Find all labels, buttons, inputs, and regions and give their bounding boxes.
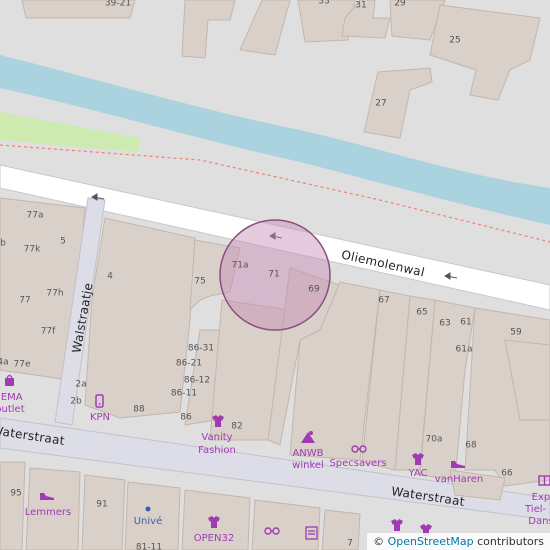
poi-label-vanharen[interactable]: vanHaren — [435, 474, 483, 485]
house-number: 77 — [19, 296, 30, 306]
office-icon[interactable] — [145, 506, 151, 512]
house-number: 82 — [231, 422, 242, 432]
poi-label-fashion[interactable]: Fashion — [198, 445, 236, 456]
house-number: 86-21 — [176, 359, 202, 369]
house-number: 33 — [318, 0, 329, 7]
house-number: 69 — [308, 285, 320, 295]
house-number: 71a — [232, 261, 249, 271]
house-number: 29 — [394, 0, 406, 9]
house-number: 39-21 — [105, 0, 131, 9]
poi-label-yac[interactable]: YAC — [408, 468, 428, 479]
house-number: 91 — [96, 500, 107, 510]
house-number: 68 — [465, 441, 477, 451]
poi-label-vanity[interactable]: Vanity — [201, 432, 232, 443]
house-number: 70a — [426, 435, 443, 445]
house-number: 67 — [378, 296, 389, 306]
attribution-suffix: contributors — [473, 535, 544, 548]
house-number: 61a — [456, 345, 473, 355]
poi-label-outlet[interactable]: outlet — [0, 404, 25, 415]
house-number: 88 — [133, 405, 145, 415]
poi-label-winkel[interactable]: winkel — [292, 460, 324, 471]
house-number: 86-31 — [188, 344, 214, 354]
house-number: 59 — [510, 328, 522, 338]
house-number: b — [0, 239, 6, 249]
poi-label-dans[interactable]: Dans — [528, 516, 550, 527]
house-number: 4a — [0, 358, 9, 368]
house-number: 77a — [27, 211, 44, 221]
house-number: 77f — [41, 327, 56, 337]
house-number: 86 — [180, 413, 192, 423]
copyright-symbol: © — [373, 535, 385, 548]
poi-label-open32[interactable]: OPEN32 — [194, 533, 234, 544]
poi-label-hema[interactable]: HEMA — [0, 392, 23, 403]
house-number: 95 — [10, 489, 21, 499]
house-number: 81-11 — [136, 543, 162, 550]
house-number: 86-12 — [184, 376, 210, 386]
poi-label-expe[interactable]: Expe — [532, 492, 550, 503]
poi-label-anwb[interactable]: ANWB — [292, 448, 323, 459]
house-number: 61 — [460, 318, 471, 328]
house-number: 66 — [501, 469, 513, 479]
house-number: 7 — [347, 539, 353, 549]
poi-label-kpn[interactable]: KPN — [90, 412, 110, 423]
house-number: 71 — [268, 270, 279, 280]
house-number: 5 — [60, 237, 66, 247]
openstreetmap-link[interactable]: OpenStreetMap — [388, 535, 474, 548]
house-number: 86-11 — [171, 389, 197, 399]
house-number: 63 — [439, 319, 450, 329]
poi-label-tiel[interactable]: Tiel- D — [524, 504, 550, 515]
house-number: 77e — [14, 360, 31, 370]
house-number: 75 — [194, 277, 205, 287]
map-attribution: © OpenStreetMap contributors — [367, 533, 550, 550]
house-number: 27 — [375, 99, 386, 109]
house-number: 2b — [70, 397, 82, 407]
map-canvas[interactable]: Oliemolenwal Walstraatje Waterstraat Wat… — [0, 0, 550, 550]
house-number: 31 — [355, 1, 366, 11]
poi-label-lemmers[interactable]: Lemmers — [25, 507, 72, 518]
house-number: 77k — [24, 245, 41, 255]
poi-label-unive[interactable]: Univé — [134, 515, 163, 527]
house-number: 25 — [449, 36, 460, 46]
house-number: 77h — [46, 289, 63, 299]
poi-label-specsavers[interactable]: Specsavers — [329, 458, 386, 469]
house-number: 2a — [75, 380, 86, 390]
house-number: 65 — [416, 308, 427, 318]
house-number: 4 — [107, 272, 113, 282]
